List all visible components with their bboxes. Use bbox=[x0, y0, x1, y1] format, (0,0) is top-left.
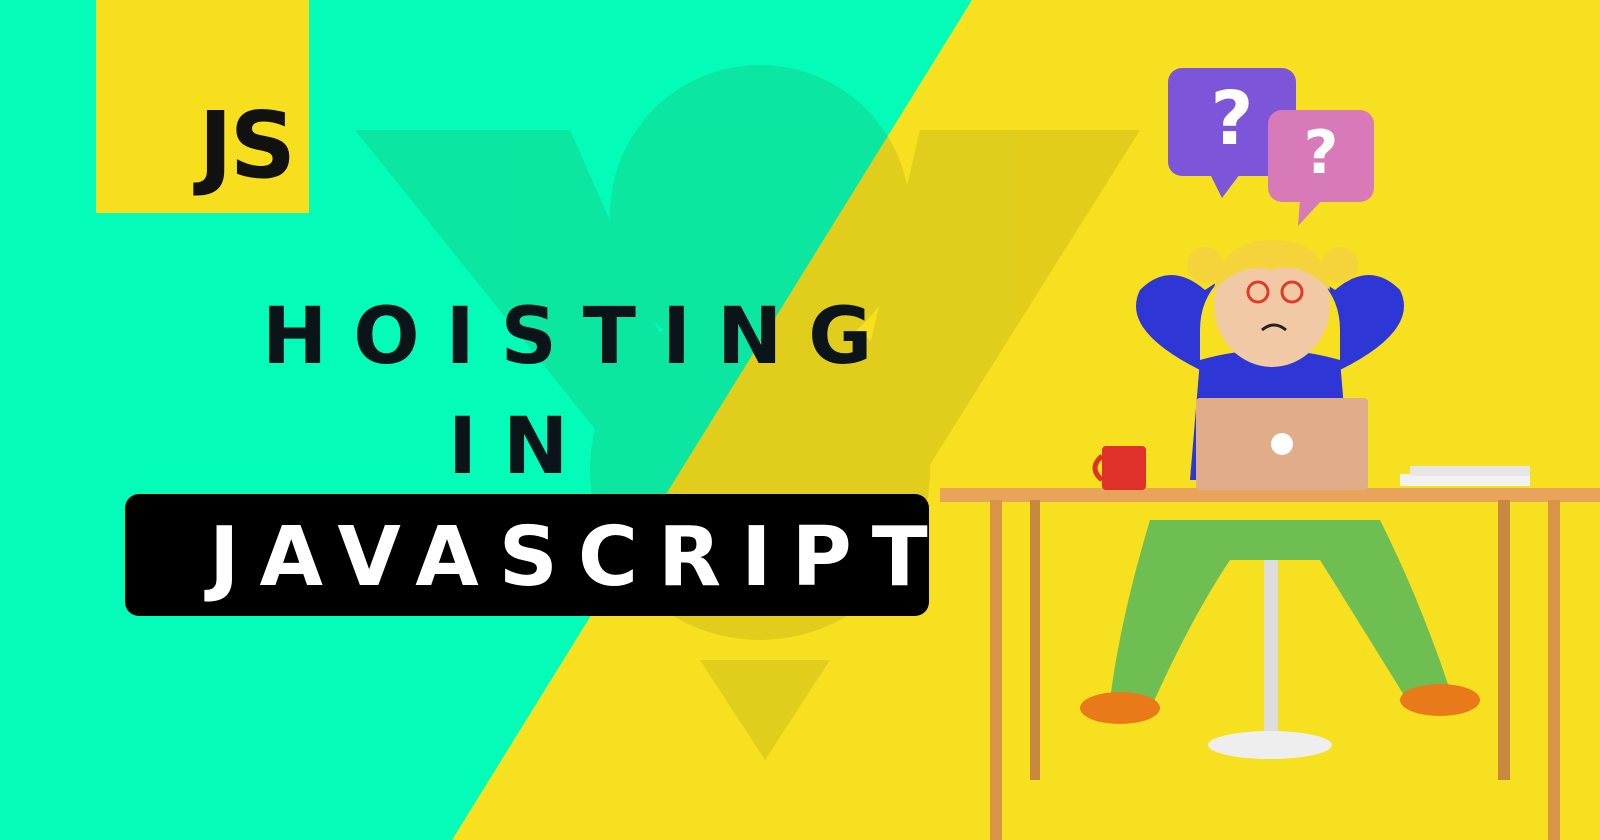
laptop-icon bbox=[1196, 398, 1368, 490]
confused-developer-illustration bbox=[940, 68, 1600, 840]
question-mark-big: ? bbox=[1210, 76, 1254, 162]
chair bbox=[1208, 560, 1332, 759]
papers-icon bbox=[1400, 466, 1530, 486]
question-mark-small: ? bbox=[1303, 118, 1339, 188]
mug-icon bbox=[1092, 446, 1146, 490]
